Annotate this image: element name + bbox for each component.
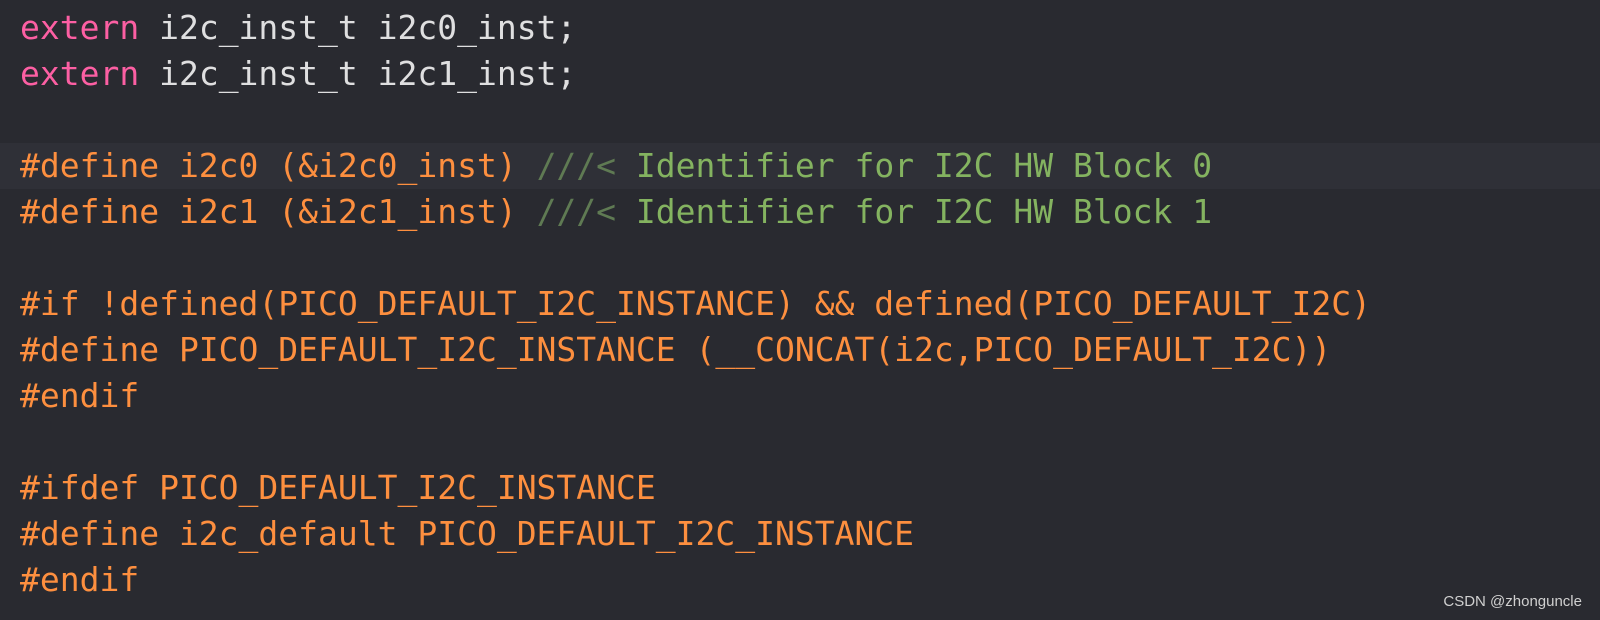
code-editor[interactable]: extern i2c_inst_t i2c0_inst; extern i2c_… <box>0 0 1600 620</box>
code-area[interactable]: extern i2c_inst_t i2c0_inst; extern i2c_… <box>0 5 1600 603</box>
code-line-4-current: #define i2c0 (&i2c0_inst) ///< Identifie… <box>0 143 1600 189</box>
code-line-5: #define i2c1 (&i2c1_inst) ///< Identifie… <box>0 189 1600 235</box>
watermark: CSDN @zhonguncle <box>1443 593 1582 610</box>
extern-keyword: extern <box>20 8 140 47</box>
code-line-1: extern i2c_inst_t i2c0_inst; <box>0 5 1600 51</box>
doc-comment-text: Identifier for I2C HW Block 0 <box>616 146 1213 185</box>
code-line-2: extern i2c_inst_t i2c1_inst; <box>0 51 1600 97</box>
extern-keyword: extern <box>20 54 140 93</box>
define-directive: #define i2c0 (&i2c0_inst) <box>20 146 537 185</box>
code-line-8: #define PICO_DEFAULT_I2C_INSTANCE (__CON… <box>20 330 1332 369</box>
code-line-12: #define i2c_default PICO_DEFAULT_I2C_INS… <box>20 514 915 553</box>
declaration-text: i2c_inst_t i2c0_inst; <box>139 8 577 47</box>
declaration-text: i2c_inst_t i2c1_inst; <box>139 54 577 93</box>
code-line-10-blank <box>0 419 1600 465</box>
define-directive: #define i2c1 (&i2c1_inst) <box>20 192 537 231</box>
doc-comment-marker: ///< <box>536 192 617 231</box>
code-line-9: #endif <box>20 376 140 415</box>
code-line-11: #ifdef PICO_DEFAULT_I2C_INSTANCE <box>20 468 656 507</box>
code-line-7: #if !defined(PICO_DEFAULT_I2C_INSTANCE) … <box>20 284 1372 323</box>
code-line-6-blank <box>0 235 1600 281</box>
code-line-13: #endif <box>20 560 140 599</box>
doc-comment-text: Identifier for I2C HW Block 1 <box>616 192 1213 231</box>
code-line-3-blank <box>0 97 1600 143</box>
doc-comment-marker: ///< <box>536 146 617 185</box>
